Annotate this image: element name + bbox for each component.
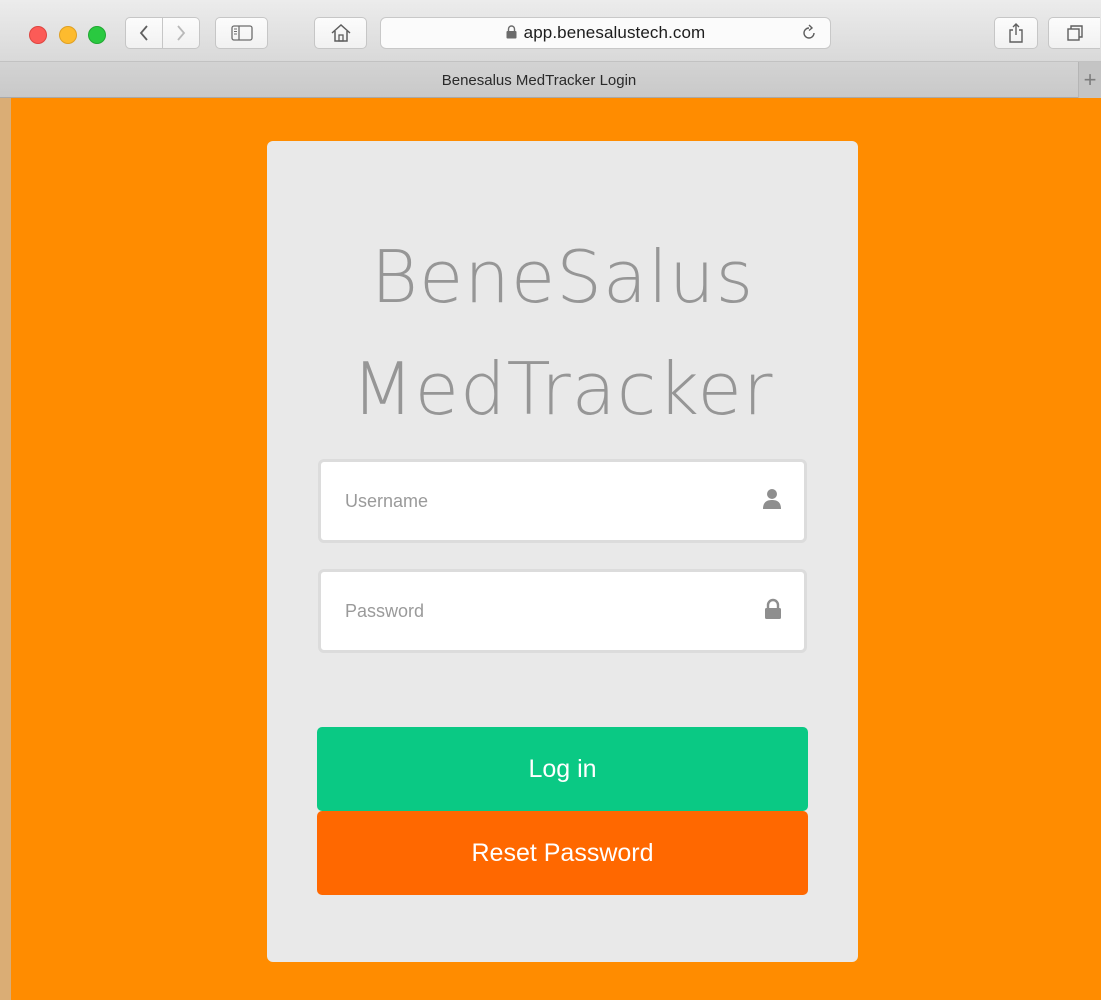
sidebar-button[interactable]	[215, 17, 268, 49]
username-input[interactable]	[345, 462, 745, 540]
sidebar-icon	[230, 25, 253, 41]
logo-line-1: BeneSalus	[370, 235, 755, 319]
logo-line-2: MedTracker	[351, 347, 774, 431]
forward-button[interactable]	[163, 18, 200, 48]
username-field[interactable]	[318, 459, 807, 543]
url-text: app.benesalustech.com	[523, 23, 706, 42]
tab-title: Benesalus MedTracker Login	[441, 71, 637, 89]
tabs-icon	[1066, 25, 1083, 41]
password-input[interactable]	[345, 572, 745, 650]
show-tabs-button[interactable]	[1048, 17, 1100, 49]
back-button[interactable]	[126, 18, 163, 48]
password-field[interactable]	[318, 569, 807, 653]
reset-password-button[interactable]: Reset Password	[317, 811, 808, 895]
user-icon	[763, 489, 781, 509]
home-icon	[331, 23, 350, 42]
chevron-left-icon	[139, 25, 148, 41]
lock-icon	[765, 598, 781, 619]
reload-icon[interactable]	[800, 24, 818, 42]
app-logo: BeneSalus MedTracker	[267, 221, 858, 445]
navigation-buttons	[125, 17, 200, 49]
home-button[interactable]	[314, 17, 367, 49]
chevron-right-icon	[177, 25, 185, 41]
share-button[interactable]	[994, 17, 1038, 49]
address-bar[interactable]: app.benesalustech.com	[380, 17, 831, 49]
lock-icon	[506, 25, 517, 39]
window-zoom-button[interactable]	[88, 26, 106, 44]
share-icon	[1009, 23, 1023, 43]
login-card: BeneSalus MedTracker Log in Reset Passwo…	[267, 141, 858, 962]
tab-bar: Benesalus MedTracker Login +	[0, 62, 1101, 98]
desktop-edge	[0, 98, 11, 1000]
window-minimize-button[interactable]	[59, 26, 77, 44]
browser-toolbar: app.benesalustech.com	[0, 0, 1101, 62]
window-close-button[interactable]	[29, 26, 47, 44]
tab-active[interactable]: Benesalus MedTracker Login	[0, 62, 1078, 98]
new-tab-button[interactable]: +	[1078, 62, 1101, 98]
login-button[interactable]: Log in	[317, 727, 808, 811]
